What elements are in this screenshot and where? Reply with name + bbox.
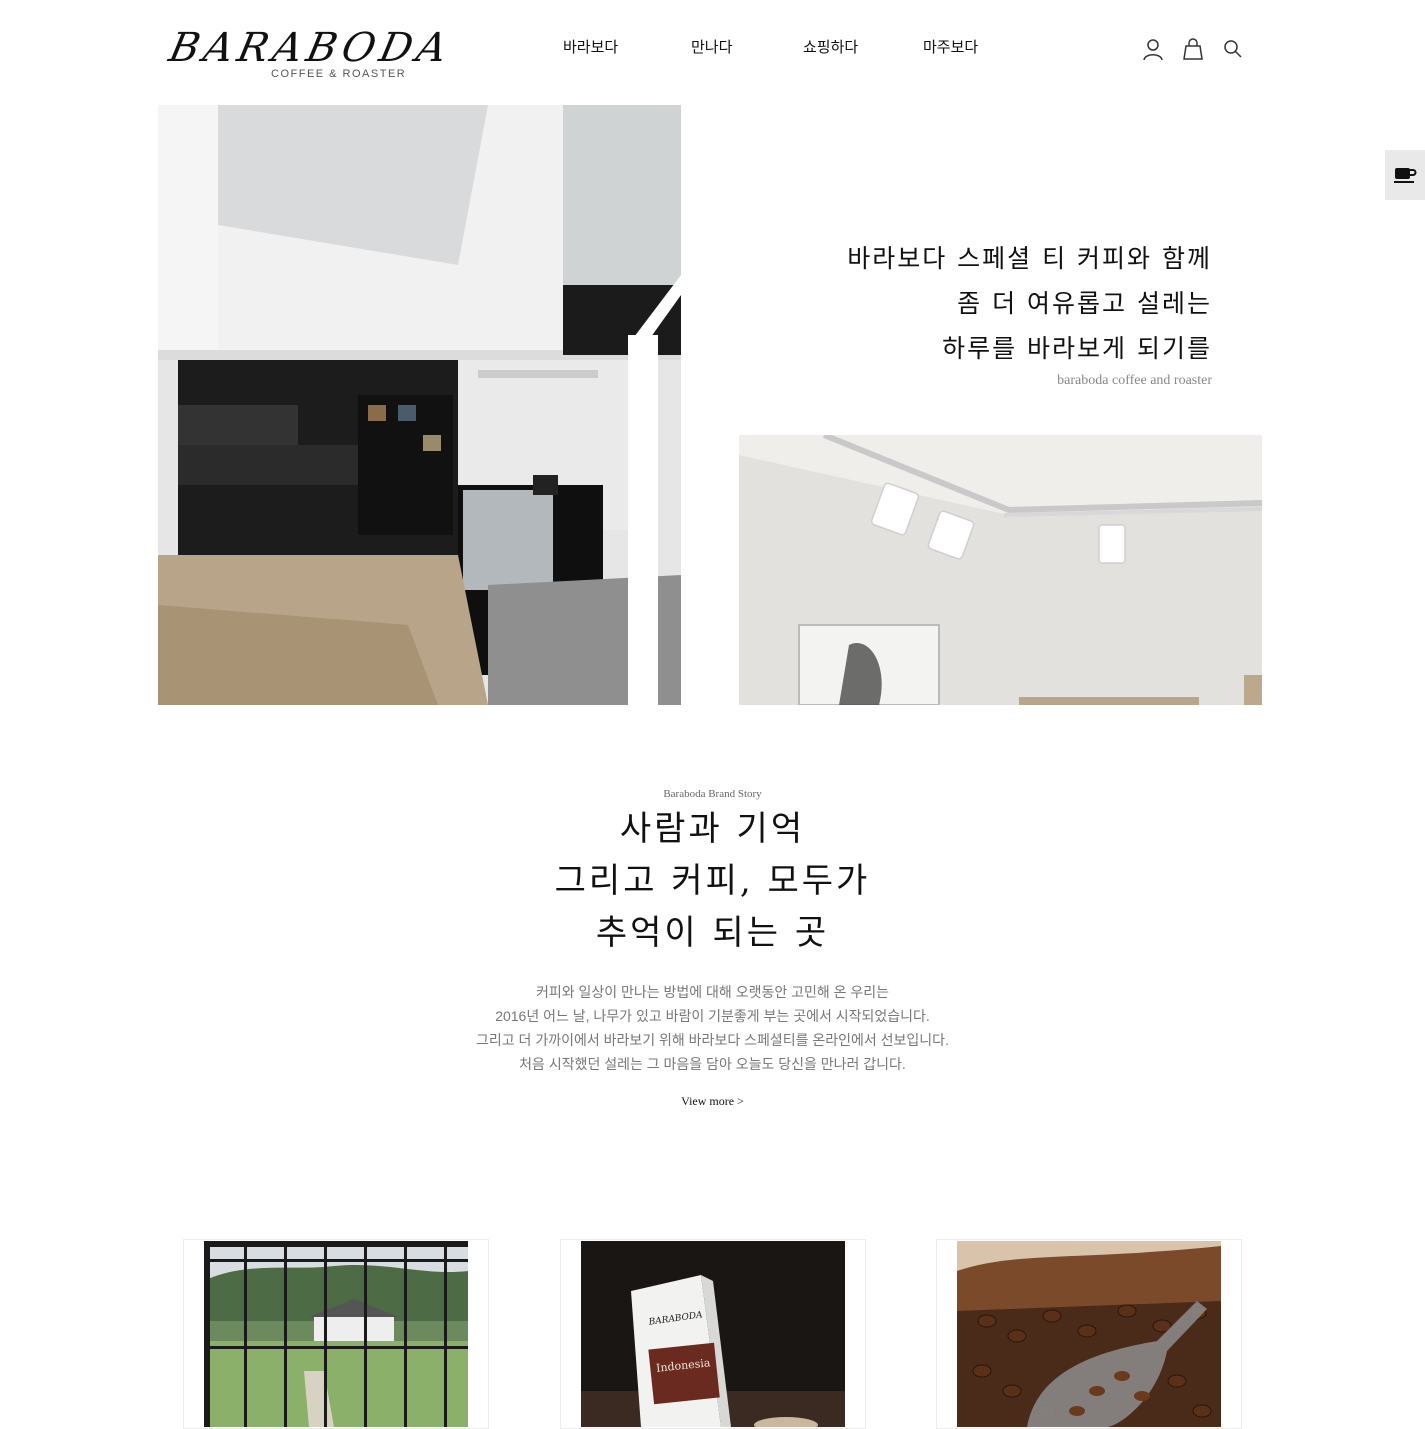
hero-line: 바라보다 스페셜 티 커피와 함께 — [847, 244, 1212, 273]
nav-item-majuboda[interactable]: 마주보다 — [923, 36, 978, 57]
hero-interior-photo — [158, 105, 681, 705]
coffee-cup-icon — [1394, 168, 1417, 183]
story-title: 사람과 기억 그리고 커피, 모두가 추억이 되는 곳 — [0, 803, 1425, 959]
site-header: BARABODA COFFEE & ROASTER 바라보다 만나다 쇼핑하다 … — [0, 0, 1425, 100]
nav-item-baraboda[interactable]: 바라보다 — [563, 36, 618, 57]
feature-card[interactable] — [183, 1239, 489, 1429]
cafe-exterior-photo — [204, 1241, 468, 1427]
hero-subtitle: baraboda coffee and roaster — [1057, 373, 1212, 388]
logo-tagline: COFFEE & ROASTER — [271, 68, 407, 80]
story-body: 커피와 일상이 만나는 방법에 대해 오랫동안 고민해 온 우리는 2016년 … — [0, 980, 1425, 1076]
story-title-line: 추억이 되는 곳 — [595, 913, 830, 953]
user-icon[interactable] — [1140, 36, 1166, 62]
coffee-beans-photo — [957, 1241, 1221, 1427]
story-title-line: 그리고 커피, 모두가 — [554, 861, 871, 901]
nav-item-mannada[interactable]: 만나다 — [691, 36, 732, 57]
hero-gallery-photo — [739, 435, 1262, 705]
hero-copy: 바라보다 스페셜 티 커피와 함께 좀 더 여유롭고 설레는 하루를 바라보게 … — [847, 236, 1212, 389]
story-body-line: 커피와 일상이 만나는 방법에 대해 오랫동안 고민해 온 우리는 — [535, 984, 890, 1000]
logo-wordmark: BARABODA — [165, 25, 457, 71]
feature-card[interactable] — [936, 1239, 1242, 1429]
story-body-line: 처음 시작했던 설레는 그 마음을 담아 오늘도 당신을 만나러 갑니다. — [519, 1056, 906, 1072]
view-more-link[interactable]: View more > — [681, 1094, 744, 1108]
coffee-bag-photo: Indonesia BARABODA — [581, 1241, 845, 1427]
story-body-line: 그리고 더 가까이에서 바라보기 위해 바라보다 스페셜티를 온라인에서 선보입… — [476, 1032, 949, 1048]
feature-card[interactable]: Indonesia BARABODA — [560, 1239, 866, 1429]
story-body-line: 2016년 어느 날, 나무가 있고 바람이 기분좋게 부는 곳에서 시작되었습… — [495, 1008, 930, 1024]
brand-logo[interactable]: BARABODA COFFEE & ROASTER — [165, 24, 456, 84]
shopping-bag-icon[interactable] — [1180, 36, 1206, 62]
story-title-line: 사람과 기억 — [619, 809, 806, 849]
hero-line: 하루를 바라보게 되기를 — [942, 334, 1212, 363]
story-view-more: View more > — [0, 1094, 1425, 1109]
side-quick-button[interactable] — [1385, 150, 1425, 200]
nav-item-shopping[interactable]: 쇼핑하다 — [803, 36, 858, 57]
hero-line: 좀 더 여유롭고 설레는 — [957, 289, 1212, 318]
story-eyebrow: Baraboda Brand Story — [663, 788, 762, 800]
search-icon[interactable] — [1220, 36, 1246, 62]
